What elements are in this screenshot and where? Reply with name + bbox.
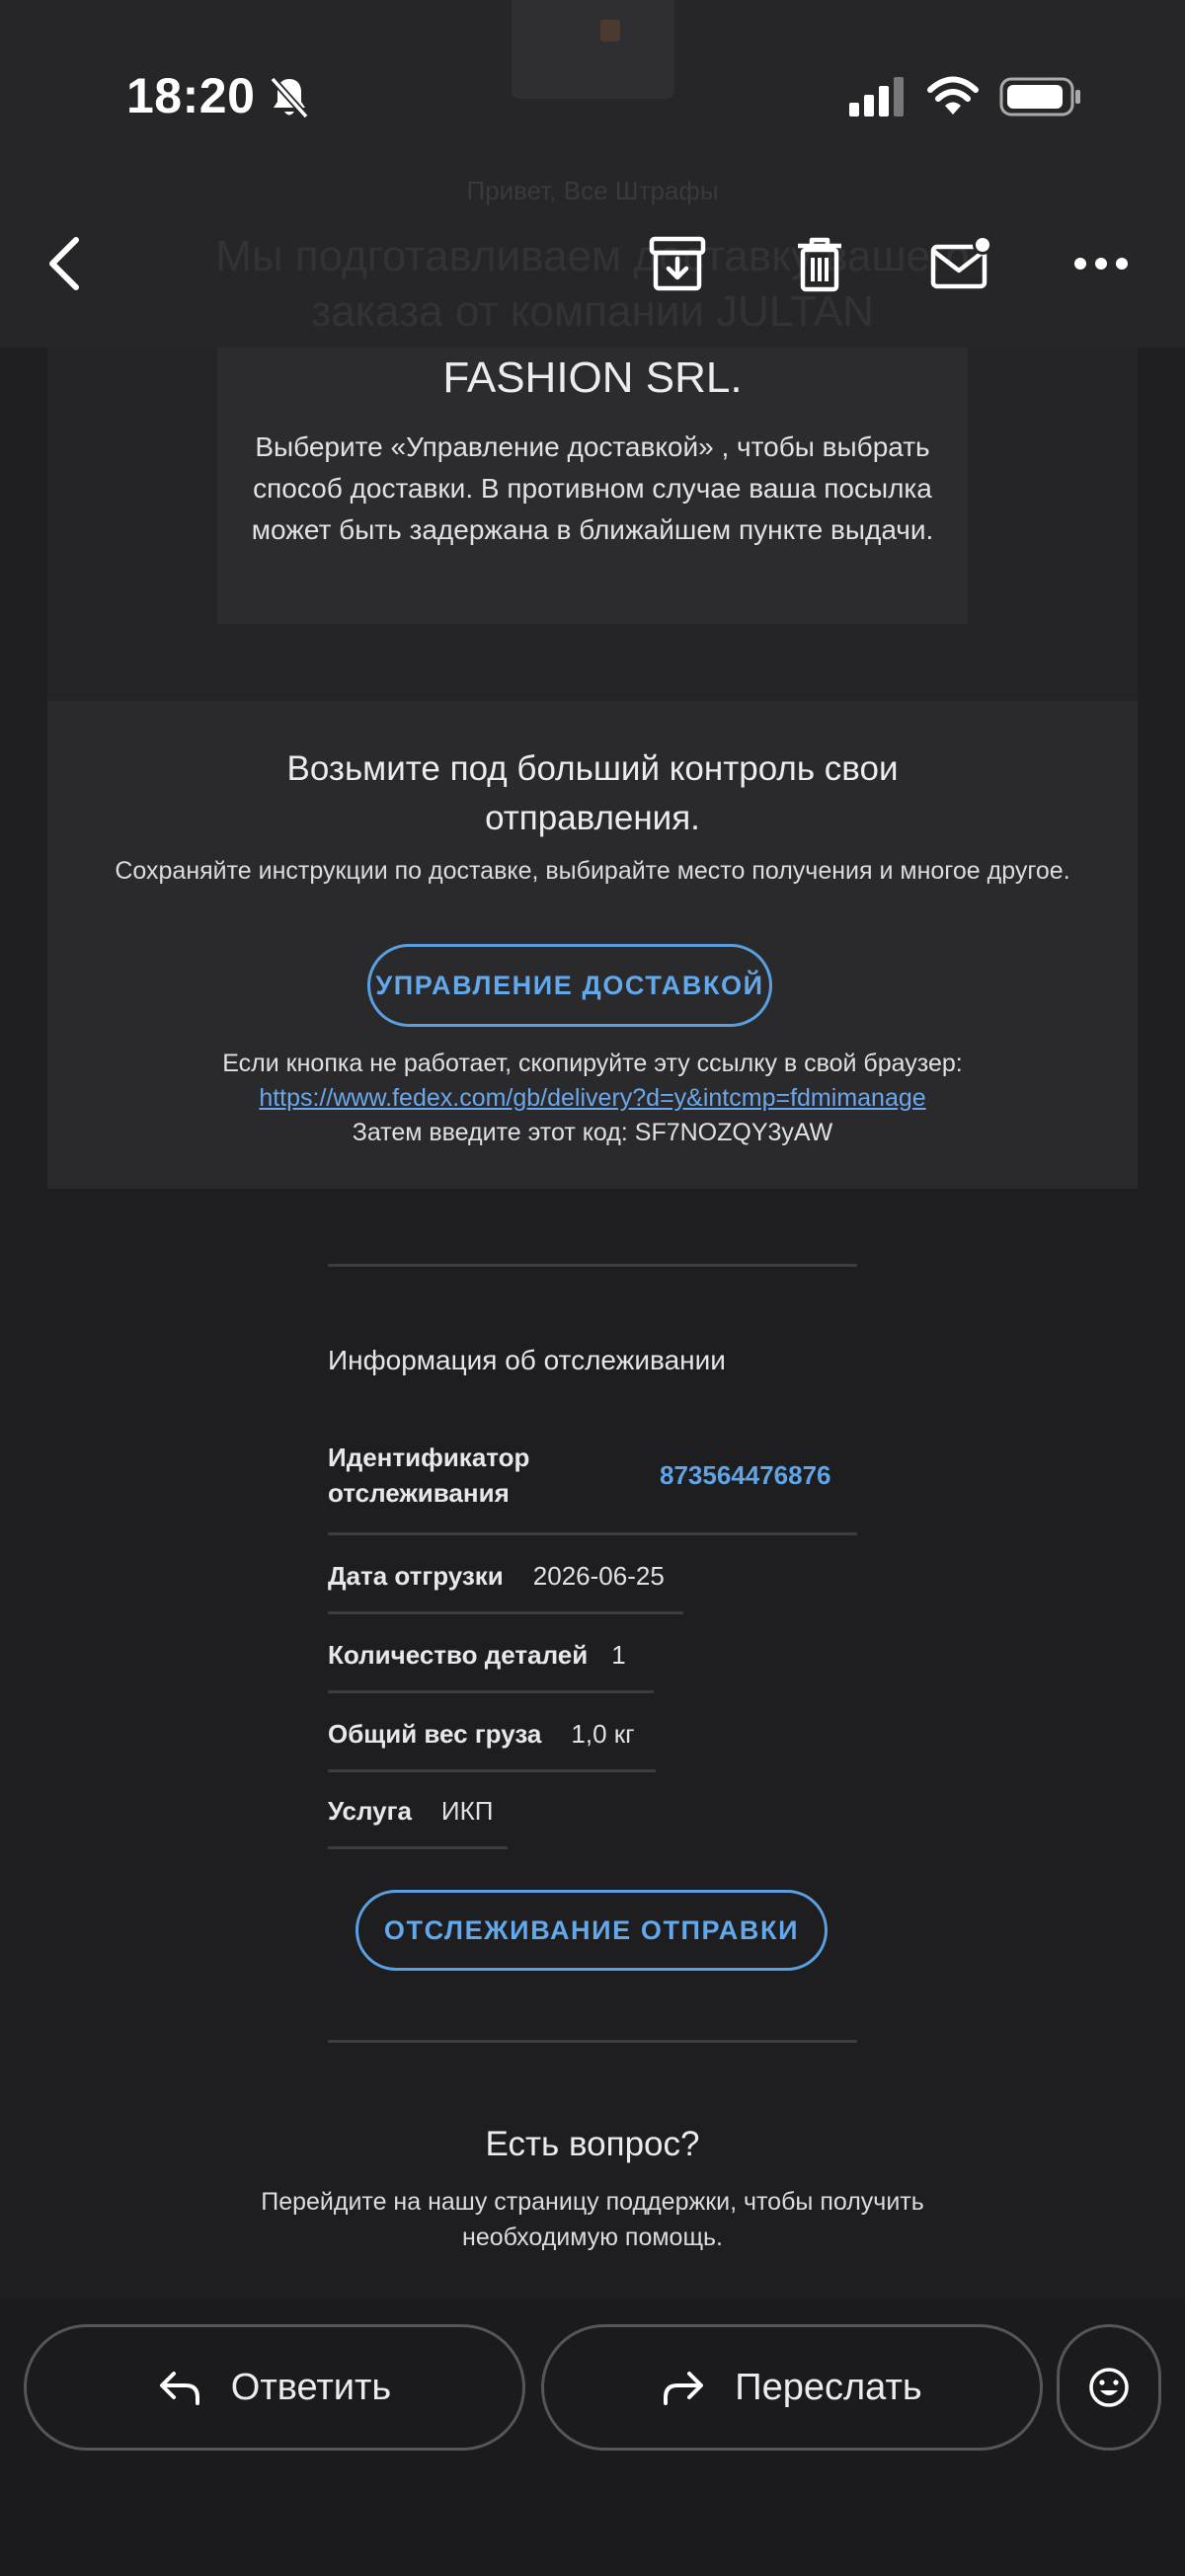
battery-icon [999, 77, 1080, 117]
mark-unread-icon [930, 235, 992, 289]
code-text: Затем введите этот код: SF7NOZQY3yAW [352, 1119, 833, 1146]
control-subtext: Сохраняйте инструкции по доставке, выбир… [115, 857, 1070, 885]
pieces-label: Количество деталей [328, 1640, 589, 1670]
control-section: Возьмите под больший контроль свои отпра… [47, 701, 1138, 1189]
reply-button[interactable]: Ответить [24, 2324, 525, 2451]
wifi-icon [927, 76, 979, 115]
choose-delivery-text: Выберите «Управление доставкой» , чтобы … [251, 431, 934, 545]
reply-icon [159, 2372, 199, 2405]
trash-icon [798, 237, 841, 292]
divider-top [328, 1264, 857, 1267]
bell-off-icon [270, 76, 309, 119]
title-behind-header: Мы подготавливаем доставку вашего заказа… [215, 232, 970, 336]
fallback-text: Если кнопка не работает, скопируйте эту … [222, 1050, 963, 1077]
email-body: FASHION SRL. Выберите «Управление достав… [47, 348, 1138, 2299]
service-label: Услуга [328, 1796, 412, 1826]
question-subtext: Перейдите на нашу страницу поддержки, чт… [261, 2188, 924, 2251]
back-icon [49, 237, 79, 290]
reply-label: Ответить [230, 2366, 392, 2408]
tracking-id-value[interactable]: 873564476876 [660, 1460, 831, 1491]
fallback-block: Если кнопка не работает, скопируйте эту … [107, 1047, 1078, 1150]
forward-button[interactable]: Переслать [541, 2324, 1043, 2451]
mark-unread-button[interactable] [926, 229, 995, 298]
emoji-reaction-button[interactable] [1057, 2324, 1161, 2451]
divider-bottom [328, 2040, 857, 2043]
sender-logo-behind [512, 0, 674, 99]
question-heading: Есть вопрос? [485, 2125, 700, 2163]
sender-name-line: FASHION SRL. [442, 353, 743, 402]
ship-date-label: Дата отгрузки [328, 1561, 504, 1591]
signal-icon [849, 77, 904, 117]
app-header: Привет, Все Штрафы Мы подготавливаем дос… [0, 0, 1185, 348]
row-divider [328, 1769, 656, 1772]
more-icon [1074, 258, 1128, 270]
tracking-row-date: Дата отгрузки 2026-06-25 [328, 1558, 665, 1594]
control-heading: Возьмите под больший контроль свои отпра… [286, 749, 899, 837]
tracking-row-pieces: Количество деталей 1 [328, 1637, 626, 1673]
row-divider [328, 1846, 508, 1849]
intro-card: FASHION SRL. Выберите «Управление достав… [47, 348, 1138, 701]
manage-delivery-button[interactable]: УПРАВЛЕНИЕ ДОСТАВКОЙ [367, 944, 772, 1027]
track-shipment-button[interactable]: ОТСЛЕЖИВАНИЕ ОТПРАВКИ [356, 1890, 828, 1971]
status-time: 18:20 [126, 68, 256, 123]
back-button[interactable] [30, 229, 99, 298]
weight-label: Общий вес груза [328, 1719, 542, 1749]
row-divider [328, 1611, 683, 1614]
tracking-row-id: Идентификатор отслеживания 873564476876 [328, 1440, 831, 1511]
forward-label: Переслать [735, 2366, 922, 2408]
row-divider [328, 1690, 654, 1693]
intro-inner-box: FASHION SRL. Выберите «Управление достав… [217, 348, 968, 624]
archive-button[interactable] [643, 229, 712, 298]
forward-icon [664, 2372, 704, 2405]
bottom-action-bar: Ответить Переслать [0, 2299, 1185, 2576]
tracking-row-service: Услуга ИКП [328, 1793, 493, 1829]
delete-button[interactable] [785, 229, 854, 298]
mail-screen: FASHION SRL. Выберите «Управление достав… [0, 0, 1185, 2576]
tracking-id-label: Идентификатор отслеживания [328, 1443, 530, 1508]
more-button[interactable] [1066, 229, 1136, 298]
fallback-link[interactable]: https://www.fedex.com/gb/delivery?d=y&in… [259, 1084, 925, 1112]
tracking-title: Информация об отслеживании [328, 1345, 726, 1375]
ship-date-value: 2026-06-25 [532, 1560, 665, 1591]
greeting-behind-header: Привет, Все Штрафы [466, 176, 719, 205]
service-value: ИКП [440, 1795, 494, 1826]
pieces-value: 1 [611, 1639, 626, 1670]
smiley-icon [1089, 2368, 1129, 2407]
archive-icon [649, 236, 706, 291]
tracking-row-weight: Общий вес груза 1,0 кг [328, 1716, 635, 1752]
row-divider [328, 1532, 857, 1535]
weight-value: 1,0 кг [571, 1718, 635, 1749]
